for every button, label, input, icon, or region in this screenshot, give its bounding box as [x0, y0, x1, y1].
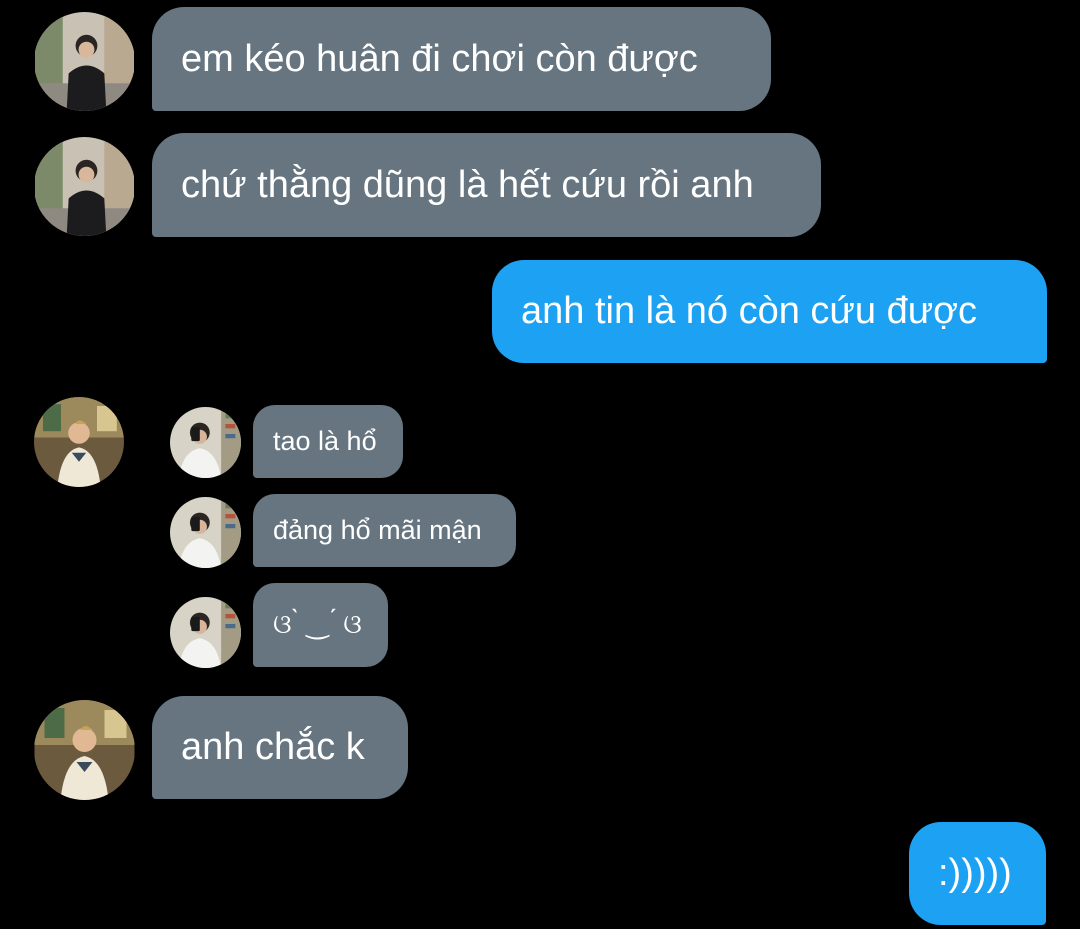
contact-avatar[interactable] — [34, 397, 124, 487]
quoted-message-bubble[interactable]: ଓ ̀ ‿ ́ ଓ — [253, 583, 388, 667]
message-text: tao là hổ — [273, 426, 377, 456]
contact-avatar[interactable] — [34, 137, 135, 236]
message-text: anh tin là nó còn cứu được — [521, 290, 978, 332]
contact-avatar[interactable] — [34, 700, 135, 800]
mirror-selfie-avatar-icon — [170, 497, 241, 568]
quoted-avatar[interactable] — [170, 497, 241, 568]
mirror-selfie-avatar-icon — [170, 597, 241, 668]
message-bubble-received[interactable]: em kéo huân đi chơi còn được — [152, 7, 771, 111]
message-bubble-received[interactable]: chứ thằng dũng là hết cứu rồi anh — [152, 133, 821, 237]
street-photo-avatar-icon — [35, 137, 134, 236]
cafe-photo-avatar-icon — [34, 397, 124, 487]
quoted-message-bubble[interactable]: đảng hổ mãi mận — [253, 494, 516, 567]
contact-avatar[interactable] — [34, 12, 135, 111]
message-bubble-received[interactable]: anh chắc k — [152, 696, 408, 799]
message-bubble-sent[interactable]: anh tin là nó còn cứu được — [492, 260, 1047, 363]
message-text: anh chắc k — [181, 726, 365, 768]
mirror-selfie-avatar-icon — [170, 407, 241, 478]
cafe-photo-avatar-icon — [34, 700, 135, 800]
message-text: em kéo huân đi chơi còn được — [181, 37, 698, 80]
message-text: ଓ ̀ ‿ ́ ଓ — [273, 609, 362, 639]
message-text: chứ thằng dũng là hết cứu rồi anh — [181, 163, 754, 206]
message-text: đảng hổ mãi mận — [273, 515, 482, 545]
message-text: :))))) — [938, 852, 1012, 894]
quoted-avatar[interactable] — [170, 407, 241, 478]
message-bubble-sent[interactable]: :))))) — [909, 822, 1046, 925]
street-photo-avatar-icon — [35, 12, 134, 111]
quoted-message-bubble[interactable]: tao là hổ — [253, 405, 403, 478]
quoted-avatar[interactable] — [170, 597, 241, 668]
chat-thread: em kéo huân đi chơi còn được chứ thằng d… — [0, 0, 1080, 929]
